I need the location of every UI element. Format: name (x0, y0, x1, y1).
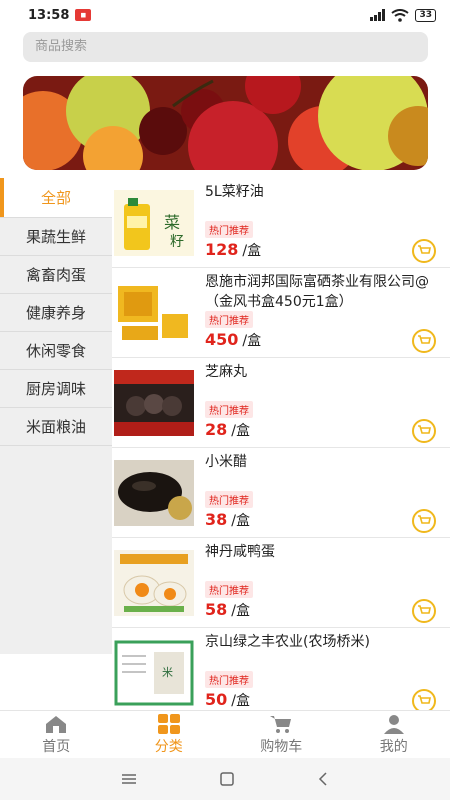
price-value: 128 (205, 240, 239, 259)
tab-cart-label: 购物车 (260, 738, 303, 755)
product-item[interactable]: 米 京山绿之丰农业(农场桥米) 热门推荐 50/盒 (112, 628, 450, 710)
product-image[interactable] (114, 280, 194, 346)
hot-tag: 热门推荐 (205, 221, 253, 238)
product-name: 5L菜籽油 (205, 184, 264, 200)
menu-icon[interactable] (121, 773, 137, 785)
cart-icon (270, 715, 292, 733)
category-meat-eggs[interactable]: 禽畜肉蛋 (0, 256, 112, 294)
product-price: 38/盒 (205, 510, 250, 530)
product-item[interactable]: 菜籽 5L菜籽油 热门推荐 128/盒 (112, 178, 450, 268)
wifi-icon (391, 8, 410, 22)
category-all[interactable]: 全部 (0, 178, 112, 218)
status-bar: 13:58 ◼ 33 (0, 0, 450, 30)
tab-category[interactable]: 分类 (113, 711, 226, 758)
add-to-cart-icon[interactable] (412, 419, 436, 443)
tab-cart[interactable]: 购物车 (225, 711, 338, 758)
category-sidebar: 全部 果蔬生鲜 禽畜肉蛋 健康养身 休闲零食 厨房调味 米面粮油 (0, 178, 112, 654)
product-image[interactable]: 菜籽 (114, 190, 194, 256)
hot-tag: 热门推荐 (205, 401, 253, 418)
notification-app-icon: ◼ (75, 9, 92, 21)
system-nav-bar (0, 758, 450, 800)
svg-text:籽: 籽 (170, 234, 184, 250)
search-input[interactable]: 商品搜索 (23, 32, 428, 62)
tab-category-label: 分类 (154, 738, 183, 755)
add-to-cart-icon[interactable] (412, 689, 436, 710)
add-to-cart-icon[interactable] (412, 599, 436, 623)
product-item[interactable]: 小米醋 热门推荐 38/盒 (112, 448, 450, 538)
tab-profile[interactable]: 我的 (338, 711, 450, 758)
product-price: 28/盒 (205, 420, 250, 440)
add-to-cart-icon[interactable] (412, 509, 436, 533)
price-value: 38 (205, 510, 228, 529)
price-unit: /盒 (231, 513, 250, 529)
hot-tag: 热门推荐 (205, 671, 253, 688)
price-value: 28 (205, 420, 228, 439)
product-name: 京山绿之丰农业(农场桥米) (205, 634, 370, 650)
product-item[interactable]: 恩施市润邦国际富硒茶业有限公司@（金风书盒450元1盒） 热门推荐 450/盒 (112, 268, 450, 358)
add-to-cart-icon[interactable] (412, 329, 436, 353)
tab-home[interactable]: 首页 (0, 711, 113, 758)
status-time: 13:58 (28, 7, 70, 23)
tab-profile-label: 我的 (379, 738, 408, 755)
svg-text:米: 米 (162, 666, 173, 679)
price-value: 50 (205, 690, 228, 709)
product-price: 450/盒 (205, 330, 261, 350)
bottom-tab-bar: 首页 分类 购物车 我的 (0, 710, 450, 758)
svg-text:菜: 菜 (164, 213, 180, 232)
banner-image[interactable] (23, 76, 428, 170)
price-unit: /盒 (242, 333, 262, 349)
back-icon[interactable] (317, 772, 329, 786)
product-item[interactable]: 芝麻丸 热门推荐 28/盒 (112, 358, 450, 448)
category-produce[interactable]: 果蔬生鲜 (0, 218, 112, 256)
price-unit: /盒 (231, 423, 250, 439)
signal-icon (370, 9, 386, 21)
category-grain-oil[interactable]: 米面粮油 (0, 408, 112, 446)
home-square-icon[interactable] (219, 772, 235, 786)
price-value: 58 (205, 600, 228, 619)
product-image[interactable]: 米 (114, 640, 194, 706)
product-image[interactable] (114, 550, 194, 616)
tab-home-label: 首页 (42, 738, 71, 755)
product-name: 芝麻丸 (205, 364, 247, 380)
price-unit: /盒 (231, 693, 250, 709)
add-to-cart-icon[interactable] (412, 239, 436, 263)
product-list: 菜籽 5L菜籽油 热门推荐 128/盒 恩施市润邦国际富硒茶业有限公司@（金风书… (112, 178, 450, 710)
product-price: 58/盒 (205, 600, 250, 620)
profile-icon (383, 714, 404, 734)
category-snacks[interactable]: 休闲零食 (0, 332, 112, 370)
hot-tag: 热门推荐 (205, 491, 253, 508)
home-icon (46, 715, 67, 733)
price-unit: /盒 (242, 243, 262, 259)
product-name: 神丹咸鸭蛋 (205, 544, 275, 560)
status-icons: 33 (370, 8, 436, 22)
price-value: 450 (205, 330, 239, 349)
category-seasoning[interactable]: 厨房调味 (0, 370, 112, 408)
hot-tag: 热门推荐 (205, 581, 253, 598)
category-health[interactable]: 健康养身 (0, 294, 112, 332)
product-name: 小米醋 (205, 454, 247, 470)
hot-tag: 热门推荐 (205, 311, 253, 328)
product-item[interactable]: 神丹咸鸭蛋 热门推荐 58/盒 (112, 538, 450, 628)
battery-icon: 33 (415, 8, 436, 22)
product-name: 恩施市润邦国际富硒茶业有限公司@（金风书盒450元1盒） (205, 274, 429, 310)
price-unit: /盒 (231, 603, 250, 619)
category-icon (157, 713, 180, 734)
product-image[interactable] (114, 460, 194, 526)
product-image[interactable] (114, 370, 194, 436)
product-price: 128/盒 (205, 240, 261, 260)
product-price: 50/盒 (205, 690, 250, 710)
